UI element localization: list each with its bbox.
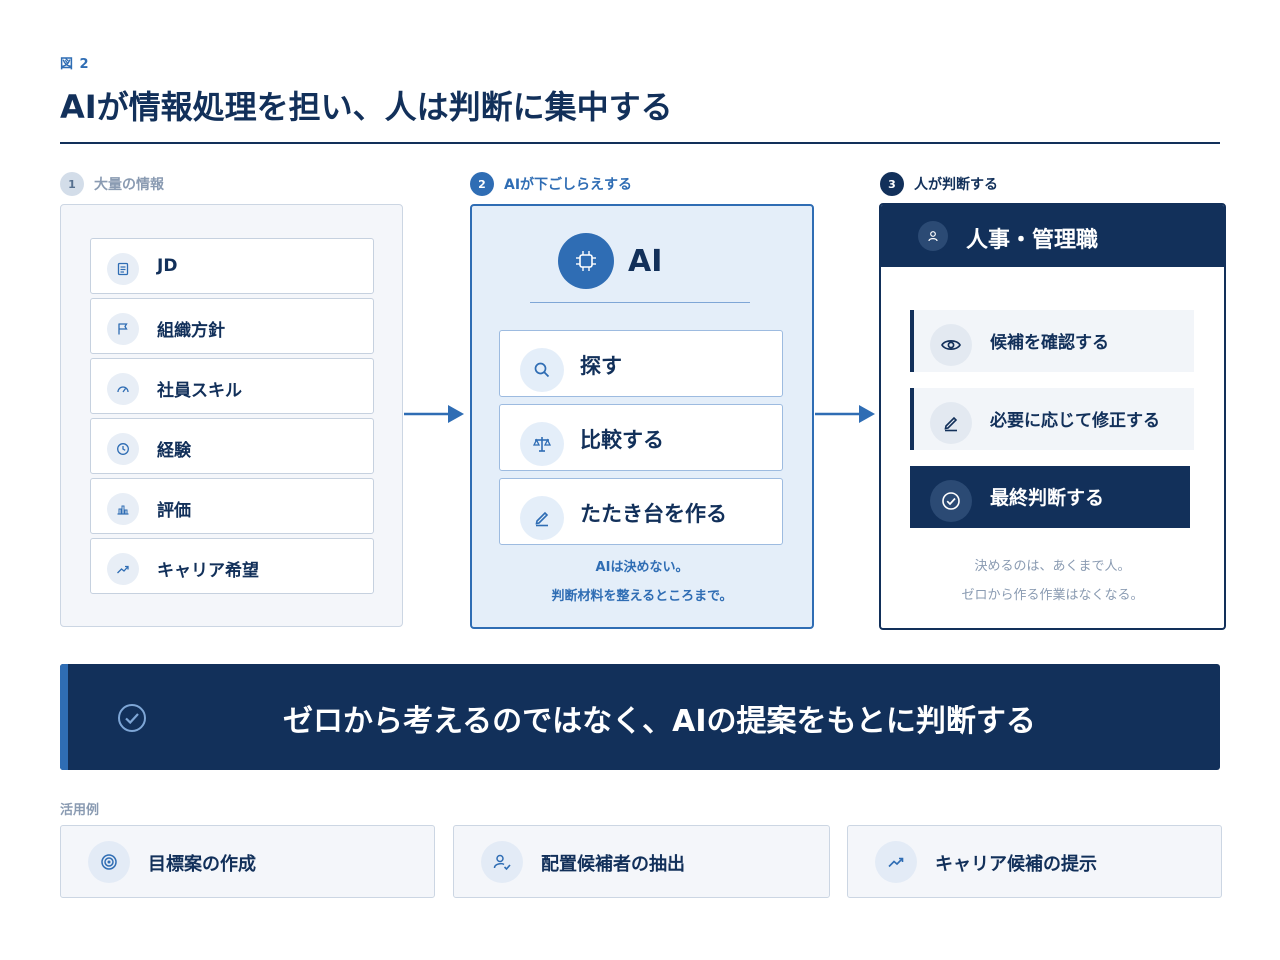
user-check-icon — [481, 841, 523, 883]
figure-label: 図 2 — [60, 57, 90, 72]
info-item-skills: 社員スキル — [90, 358, 374, 414]
task-draft: たたき台を作る — [499, 478, 783, 545]
step-3-number: 3 — [880, 172, 904, 196]
human-panel-header: 人事・管理職 — [881, 205, 1224, 267]
task-label: 比較する — [580, 428, 664, 452]
step-2-number: 2 — [470, 172, 494, 196]
title-divider — [60, 142, 1220, 144]
target-icon — [88, 841, 130, 883]
banner-text: ゼロから考えるのではなく、AIの提案をもとに判断する — [283, 704, 1036, 739]
ai-panel: AI 探す 比較する たたき台を作る AIは決めない。 判断材料を整えるところま… — [470, 204, 814, 629]
action-review: 候補を確認する — [910, 310, 1194, 372]
info-item-label: 経験 — [157, 441, 191, 461]
trend-up-icon — [107, 553, 139, 585]
action-final-decision: 最終判断する — [910, 466, 1190, 528]
use-cases-label: 活用例 — [60, 803, 100, 818]
info-item-experience: 経験 — [90, 418, 374, 474]
eye-icon — [930, 324, 972, 366]
human-note-line2: ゼロから作る作業はなくなる。 — [961, 588, 1144, 603]
use-case-placement-candidates: 配置候補者の抽出 — [453, 825, 830, 898]
flow-arrow-1 — [404, 405, 464, 423]
page-title: AIが情報処理を担い、人は判断に集中する — [60, 88, 673, 126]
use-case-label: キャリア候補の提示 — [935, 854, 1097, 875]
info-item-label: キャリア希望 — [157, 561, 259, 581]
action-revise: 必要に応じて修正する — [910, 388, 1194, 450]
clock-icon — [107, 433, 139, 465]
info-item-label: 評価 — [157, 501, 191, 521]
human-panel: 人事・管理職 候補を確認する 必要に応じて修正する 最終判断する 決めるのは、あ… — [879, 203, 1226, 630]
search-icon — [520, 348, 564, 392]
task-label: たたき台を作る — [580, 502, 727, 526]
step-1-label: 大量の情報 — [94, 177, 164, 193]
info-item-jd: JD — [90, 238, 374, 294]
gauge-icon — [107, 373, 139, 405]
check-circle-icon — [118, 704, 146, 732]
info-item-career: キャリア希望 — [90, 538, 374, 594]
trend-up-icon — [875, 841, 917, 883]
use-case-label: 配置候補者の抽出 — [541, 854, 685, 875]
human-note-line1: 決めるのは、あくまで人。 — [974, 559, 1131, 574]
action-label: 候補を確認する — [990, 333, 1109, 353]
action-label: 最終判断する — [990, 487, 1105, 509]
document-icon — [107, 253, 139, 285]
info-item-evaluation: 評価 — [90, 478, 374, 534]
information-panel: JD 組織方針 社員スキル 経験 評価 キャリア希望 — [60, 204, 403, 627]
step-1-header: 1 大量の情報 — [60, 172, 164, 196]
info-item-label: JD — [157, 256, 178, 276]
info-item-policy: 組織方針 — [90, 298, 374, 354]
step-3-label: 人が判断する — [914, 177, 998, 193]
task-compare: 比較する — [499, 404, 783, 471]
bar-chart-icon — [107, 493, 139, 525]
use-case-label: 目標案の作成 — [148, 854, 256, 875]
key-message-banner: ゼロから考えるのではなく、AIの提案をもとに判断する — [60, 664, 1220, 770]
task-search: 探す — [499, 330, 783, 397]
ai-note-line2: 判断材料を整えるところまで。 — [551, 589, 733, 604]
info-item-label: 社員スキル — [157, 381, 242, 401]
ai-panel-title: AI — [628, 244, 663, 279]
banner-accent-bar — [60, 664, 68, 770]
person-icon — [918, 221, 948, 251]
flow-arrow-2 — [815, 405, 875, 423]
pencil-icon — [930, 402, 972, 444]
ai-note-line1: AIは決めない。 — [595, 560, 689, 575]
flag-icon — [107, 313, 139, 345]
scale-icon — [520, 422, 564, 466]
use-case-goal-drafting: 目標案の作成 — [60, 825, 435, 898]
step-1-number: 1 — [60, 172, 84, 196]
pencil-icon — [520, 496, 564, 540]
check-circle-icon — [930, 480, 972, 522]
step-3-header: 3 人が判断する — [880, 172, 998, 196]
chip-icon — [558, 233, 614, 289]
task-label: 探す — [580, 354, 622, 378]
ai-panel-divider — [530, 302, 750, 303]
human-panel-title: 人事・管理職 — [966, 228, 1099, 253]
use-case-career-suggestions: キャリア候補の提示 — [847, 825, 1222, 898]
step-2-label: AIが下ごしらえする — [504, 177, 633, 193]
step-2-header: 2 AIが下ごしらえする — [470, 172, 632, 196]
info-item-label: 組織方針 — [157, 321, 225, 341]
action-label: 必要に応じて修正する — [990, 411, 1160, 431]
